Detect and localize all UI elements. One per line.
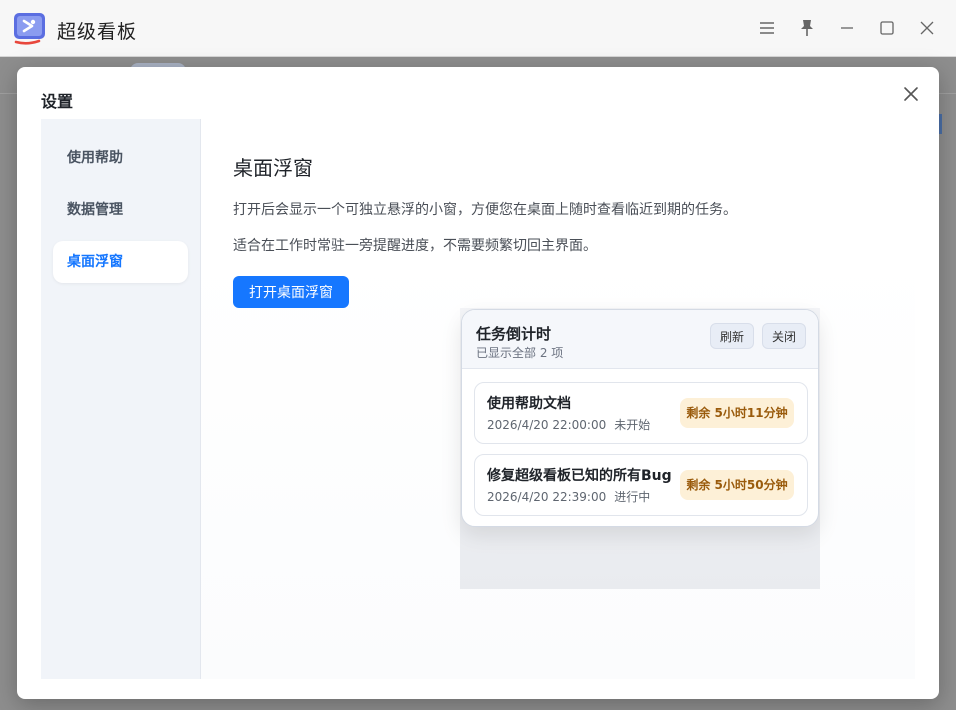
pin-icon xyxy=(801,20,813,36)
settings-sidebar: 使用帮助 数据管理 桌面浮窗 xyxy=(41,119,201,679)
settings-content: 桌面浮窗 打开后会显示一个可独立悬浮的小窗，方便您在桌面上随时查看临近到期的任务… xyxy=(201,119,915,679)
section-title: 桌面浮窗 xyxy=(233,156,313,180)
remaining-time-badge: 剩余 5小时11分钟 xyxy=(680,398,794,428)
window-close-button[interactable] xyxy=(916,17,938,39)
maximize-icon xyxy=(880,21,894,35)
floating-widget-title: 任务倒计时 xyxy=(476,325,552,343)
task-card[interactable]: 修复超级看板已知的所有Bug 2026/4/20 22:39:00 进行中 剩余 … xyxy=(474,454,808,516)
app-logo-icon xyxy=(14,13,45,45)
sidebar-item-label: 数据管理 xyxy=(67,202,123,218)
minimize-icon xyxy=(841,27,853,29)
dialog-close-button[interactable] xyxy=(901,84,921,104)
floating-widget-count: 已显示全部 2 项 xyxy=(476,346,564,360)
task-status: 进行中 xyxy=(614,490,651,504)
task-date: 2026/4/20 22:00:00 xyxy=(487,418,607,432)
sidebar-item-data-management[interactable]: 数据管理 xyxy=(53,189,188,231)
floating-widget-header: 任务倒计时 已显示全部 2 项 刷新 关闭 xyxy=(462,310,818,369)
close-icon xyxy=(920,21,934,35)
background-accent xyxy=(939,114,942,134)
sidebar-item-help[interactable]: 使用帮助 xyxy=(53,137,188,179)
task-status: 未开始 xyxy=(614,418,651,432)
task-meta: 2026/4/20 22:00:00 未开始 xyxy=(487,416,650,433)
refresh-button[interactable]: 刷新 xyxy=(710,323,754,349)
open-desktop-widget-button[interactable]: 打开桌面浮窗 xyxy=(233,276,349,308)
floating-close-button[interactable]: 关闭 xyxy=(762,323,806,349)
task-card[interactable]: 使用帮助文档 2026/4/20 22:00:00 未开始 剩余 5小时11分钟 xyxy=(474,382,808,444)
task-meta: 2026/4/20 22:39:00 进行中 xyxy=(487,488,650,505)
section-description: 打开后会显示一个可独立悬浮的小窗，方便您在桌面上随时查看临近到期的任务。 xyxy=(233,202,737,218)
menu-button[interactable] xyxy=(756,17,778,39)
pin-button[interactable] xyxy=(796,17,818,39)
minimize-button[interactable] xyxy=(836,17,858,39)
section-description-secondary: 适合在工作时常驻一旁提醒进度，不需要频繁切回主界面。 xyxy=(233,238,597,254)
sidebar-item-label: 使用帮助 xyxy=(67,150,123,166)
settings-dialog: 设置 使用帮助 数据管理 桌面浮窗 桌面浮窗 打开后会显示一个可独立悬浮的小窗，… xyxy=(17,67,939,699)
close-icon xyxy=(904,87,918,101)
sidebar-item-label: 桌面浮窗 xyxy=(67,254,123,270)
floating-widget-preview: 任务倒计时 已显示全部 2 项 刷新 关闭 使用帮助文档 2026/4/20 2… xyxy=(461,309,819,527)
remaining-time-badge: 剩余 5小时50分钟 xyxy=(680,470,794,500)
dialog-title: 设置 xyxy=(41,92,74,111)
task-name: 修复超级看板已知的所有Bug xyxy=(487,468,672,484)
task-name: 使用帮助文档 xyxy=(487,396,571,412)
sidebar-item-desktop-widget[interactable]: 桌面浮窗 xyxy=(53,241,188,283)
app-title: 超级看板 xyxy=(57,21,138,43)
menu-icon xyxy=(760,22,774,34)
task-date: 2026/4/20 22:39:00 xyxy=(487,490,607,504)
maximize-button[interactable] xyxy=(876,17,898,39)
window-titlebar: 超级看板 xyxy=(0,0,956,57)
